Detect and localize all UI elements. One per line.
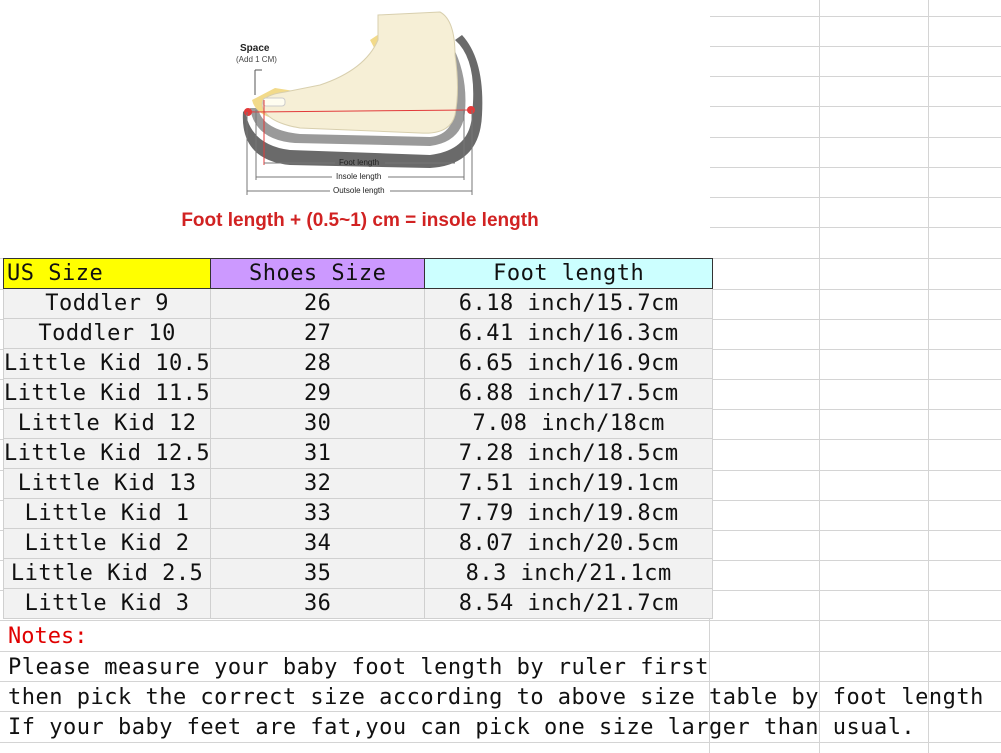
cell-shoes-size[interactable]: 27 [210, 318, 426, 349]
cell-foot-length[interactable]: 8.3 inch/21.1cm [424, 558, 714, 589]
table-row: Little Kid 3 36 8.54 inch/21.7cm [2, 588, 714, 619]
cell-shoes-size[interactable]: 31 [210, 438, 426, 469]
cell-us-size[interactable]: Little Kid 11.5 [2, 378, 212, 409]
cell-foot-length[interactable]: 6.41 inch/16.3cm [424, 318, 714, 349]
cell-shoes-size[interactable]: 26 [210, 288, 426, 319]
cell-us-size[interactable]: Little Kid 1 [2, 498, 212, 529]
cell-us-size[interactable]: Little Kid 2.5 [2, 558, 212, 589]
table-row: Little Kid 1 33 7.79 inch/19.8cm [2, 498, 714, 529]
cell-foot-length[interactable]: 7.28 inch/18.5cm [424, 438, 714, 469]
cell-us-size[interactable]: Toddler 10 [2, 318, 212, 349]
header-us-size[interactable]: US Size [2, 258, 212, 289]
insole-formula-caption: Foot length + (0.5~1) cm = insole length [181, 210, 539, 231]
size-chart-table: US Size Shoes Size Foot length Toddler 9… [2, 258, 714, 619]
table-row: Toddler 9 26 6.18 inch/15.7cm [2, 288, 714, 319]
cell-foot-length[interactable]: 6.65 inch/16.9cm [424, 348, 714, 379]
cell-us-size[interactable]: Little Kid 12.5 [2, 438, 212, 469]
table-row: Little Kid 11.5 29 6.88 inch/17.5cm [2, 378, 714, 409]
cell-shoes-size[interactable]: 29 [210, 378, 426, 409]
note-line-2[interactable]: then pick the correct size according to … [8, 685, 984, 710]
cell-shoes-size[interactable]: 28 [210, 348, 426, 379]
table-row: Toddler 10 27 6.41 inch/16.3cm [2, 318, 714, 349]
table-row: Little Kid 2.5 35 8.3 inch/21.1cm [2, 558, 714, 589]
cell-shoes-size[interactable]: 32 [210, 468, 426, 499]
cell-us-size[interactable]: Little Kid 10.5 [2, 348, 212, 379]
header-foot-length[interactable]: Foot length [424, 258, 714, 289]
cell-us-size[interactable]: Little Kid 13 [2, 468, 212, 499]
note-line-1[interactable]: Please measure your baby foot length by … [8, 655, 709, 680]
cell-shoes-size[interactable]: 35 [210, 558, 426, 589]
space-sub-label: (Add 1 CM) [236, 55, 277, 64]
foot-length-diagram-label: Foot length [339, 158, 380, 167]
cell-shoes-size[interactable]: 33 [210, 498, 426, 529]
space-label: Space [240, 43, 270, 54]
cell-shoes-size[interactable]: 34 [210, 528, 426, 559]
notes-title[interactable]: Notes: [8, 624, 87, 649]
cell-foot-length[interactable]: 7.51 inch/19.1cm [424, 468, 714, 499]
insole-length-diagram-label: Insole length [336, 172, 382, 181]
cell-foot-length[interactable]: 6.88 inch/17.5cm [424, 378, 714, 409]
cell-foot-length[interactable]: 8.54 inch/21.7cm [424, 588, 714, 619]
cell-foot-length[interactable]: 7.79 inch/19.8cm [424, 498, 714, 529]
table-row: Little Kid 13 32 7.51 inch/19.1cm [2, 468, 714, 499]
cell-foot-length[interactable]: 8.07 inch/20.5cm [424, 528, 714, 559]
outsole-length-diagram-label: Outsole length [333, 186, 385, 195]
cell-us-size[interactable]: Little Kid 3 [2, 588, 212, 619]
cell-foot-length[interactable]: 7.08 inch/18cm [424, 408, 714, 439]
table-row: Little Kid 12.5 31 7.28 inch/18.5cm [2, 438, 714, 469]
cell-us-size[interactable]: Little Kid 2 [2, 528, 212, 559]
table-row: Little Kid 2 34 8.07 inch/20.5cm [2, 528, 714, 559]
table-header-row: US Size Shoes Size Foot length [2, 258, 714, 289]
table-row: Little Kid 12 30 7.08 inch/18cm [2, 408, 714, 439]
header-shoes-size[interactable]: Shoes Size [210, 258, 426, 289]
cell-foot-length[interactable]: 6.18 inch/15.7cm [424, 288, 714, 319]
note-line-3[interactable]: If your baby feet are fat,you can pick o… [8, 715, 915, 740]
cell-us-size[interactable]: Toddler 9 [2, 288, 212, 319]
cell-shoes-size[interactable]: 36 [210, 588, 426, 619]
cell-us-size[interactable]: Little Kid 12 [2, 408, 212, 439]
table-row: Little Kid 10.5 28 6.65 inch/16.9cm [2, 348, 714, 379]
cell-shoes-size[interactable]: 30 [210, 408, 426, 439]
